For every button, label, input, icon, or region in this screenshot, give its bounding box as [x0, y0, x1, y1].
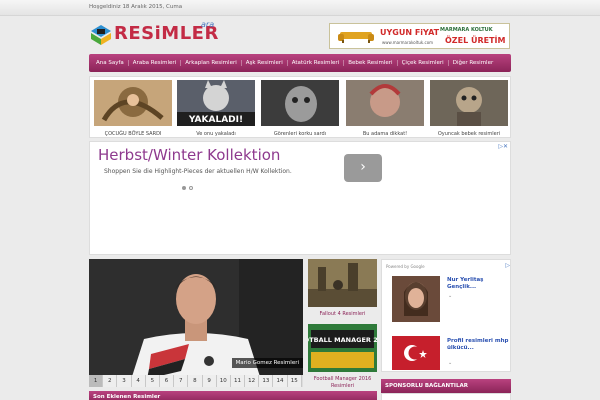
google-ads-widget: Powered by Google ▷ Nur Yerlitaş Gençlik… [381, 259, 511, 372]
top-bar: Hoşgeldiniz 18 Aralık 2015, Cuma [0, 0, 600, 16]
man-image[interactable] [346, 80, 424, 126]
side-thumbnail[interactable]: Fallout 4 Resimleri [308, 259, 377, 318]
thumbnail-card[interactable]: ÇOCUĞU BÖYLE SARDI [94, 80, 172, 137]
slider-page-button[interactable]: 4 [131, 375, 146, 387]
ad-title[interactable]: Nur Yerlitaş Gençlik... [447, 277, 510, 291]
ad-title[interactable]: Herbst/Winter Kollektion [98, 146, 280, 164]
slider-page-button[interactable]: 15 [287, 375, 302, 387]
nav-item-ataturk[interactable]: Atatürk Resimleri [288, 60, 345, 66]
featured-slider[interactable]: Mario Gomez Resimleri [89, 259, 303, 386]
nav-item-flower[interactable]: Çiçek Resimleri [398, 60, 449, 66]
sponsored-links-body [381, 393, 511, 400]
thumbnail-card[interactable]: Oyuncak bebek resimleri [430, 80, 508, 137]
nav-item-car[interactable]: Araba Resimleri [129, 60, 182, 66]
nav-item-love[interactable]: Aşk Resimleri [242, 60, 288, 66]
logo-icon [91, 25, 111, 45]
fallout-image[interactable] [308, 259, 377, 307]
thumbnail-caption[interactable]: Ve onu yakaladı [177, 131, 255, 137]
side-thumbnail-caption[interactable]: Football Manager 2016 Resimleri [308, 376, 377, 390]
chevron-down-icon[interactable]: ⌄ [448, 360, 452, 366]
slider-page-button[interactable]: 8 [188, 375, 203, 387]
logo-tag: ara [201, 20, 215, 29]
banner-price-text: UYGUN FiYAT [380, 28, 440, 37]
ad-pagination [182, 185, 196, 192]
thumbnail-caption[interactable]: Görenleri korku sardı [261, 131, 339, 137]
slider-page-button[interactable]: 14 [273, 375, 288, 387]
slider-caption[interactable]: Mario Gomez Resimleri [231, 358, 303, 368]
side-thumbnail[interactable]: FOOTBALL MANAGER 2016 Football Manager 2… [294, 324, 392, 390]
thumbnail-caption[interactable]: Bu adama dikkat! [346, 131, 424, 137]
doll-image[interactable] [430, 80, 508, 126]
snake-child-image[interactable] [94, 80, 172, 126]
featured-thumbnails: ÇOCUĞU BÖYLE SARDI YAKALADI! Ve onu yaka… [89, 76, 511, 138]
slider-pager: 1 2 3 4 5 6 7 8 9 10 11 12 13 14 15 [89, 375, 303, 387]
thumbnail-card[interactable]: Bu adama dikkat! [346, 80, 424, 137]
slider-page-button[interactable]: 1 [89, 375, 104, 387]
banner-url-text: www.marmarakoltuk.com [382, 40, 434, 45]
main-nav: Ana Sayfa Araba Resimleri Arkaplan Resim… [89, 54, 511, 72]
latest-images-header: Son Eklenen Resimler [89, 391, 377, 400]
chevron-down-icon[interactable]: ⌄ [448, 293, 452, 299]
sofa-icon [338, 32, 374, 43]
side-thumbnail-overlay-text: FOOTBALL MANAGER 2016 [308, 336, 377, 344]
ad-dot-active[interactable] [182, 186, 186, 190]
ad-title[interactable]: Profil resimleri mhp ülkücü... [447, 338, 510, 352]
thumbnail-overlay-text: YAKALADI! [188, 115, 243, 125]
ad-next-button[interactable]: › [344, 154, 382, 182]
ghost-image[interactable] [261, 80, 339, 126]
slider-page-button[interactable]: 10 [216, 375, 231, 387]
ad-dot[interactable] [189, 186, 193, 190]
slider-page-button[interactable]: 3 [117, 375, 132, 387]
thumbnail-card[interactable]: Görenleri korku sardı [261, 80, 339, 137]
ad-subtitle: Shoppen Sie die Highlight-Pieces der akt… [104, 168, 292, 175]
site-logo[interactable]: RESiMLER ara [89, 20, 224, 50]
nav-item-home[interactable]: Ana Sayfa [92, 60, 129, 66]
banner-brand-text: MARMARA KOLTUK [440, 27, 493, 33]
slider-page-button[interactable]: 11 [230, 375, 246, 387]
slider-page-button[interactable]: 2 [103, 375, 118, 387]
ad-close-icon[interactable]: ▷ [505, 262, 510, 269]
cat-image[interactable]: YAKALADI! [177, 80, 255, 126]
side-thumbnail-caption[interactable]: Fallout 4 Resimleri [308, 311, 377, 318]
sponsored-links-header: SPONSORLU BAĞLANTILAR [381, 379, 511, 393]
sofa-banner-ad[interactable]: UYGUN FiYAT MARMARA KOLTUK www.marmarako… [329, 23, 510, 49]
football-manager-image[interactable]: FOOTBALL MANAGER 2016 [294, 324, 392, 372]
nav-item-background[interactable]: Arkaplan Resimleri [181, 60, 242, 66]
greeting-text: Hoşgeldiniz 18 Aralık 2015, Cuma [89, 4, 183, 10]
slider-page-button[interactable]: 5 [145, 375, 160, 387]
thumbnail-caption[interactable]: Oyuncak bebek resimleri [430, 131, 508, 137]
display-ad[interactable]: Herbst/Winter Kollektion Shoppen Sie die… [89, 141, 511, 255]
ad-choices-icon[interactable]: ▷✕ [498, 143, 508, 150]
slider-page-button[interactable]: 6 [159, 375, 175, 387]
nav-item-baby[interactable]: Bebek Resimleri [344, 60, 398, 66]
slider-page-button[interactable]: 12 [245, 375, 260, 387]
slider-page-button[interactable]: 7 [174, 375, 189, 387]
ad-flag-image[interactable] [392, 336, 440, 370]
slider-page-button[interactable]: 13 [259, 375, 274, 387]
thumbnail-card[interactable]: YAKALADI! Ve onu yakaladı [177, 80, 255, 137]
thumbnail-caption[interactable]: ÇOCUĞU BÖYLE SARDI [94, 131, 172, 137]
ads-provider-label: Powered by Google [386, 264, 425, 269]
nav-item-other[interactable]: Diğer Resimler [449, 60, 498, 66]
slider-page-button[interactable]: 9 [202, 375, 217, 387]
banner-custom-text: ÖZEL ÜRETİM [445, 36, 506, 45]
ad-woman-image[interactable] [392, 276, 440, 322]
